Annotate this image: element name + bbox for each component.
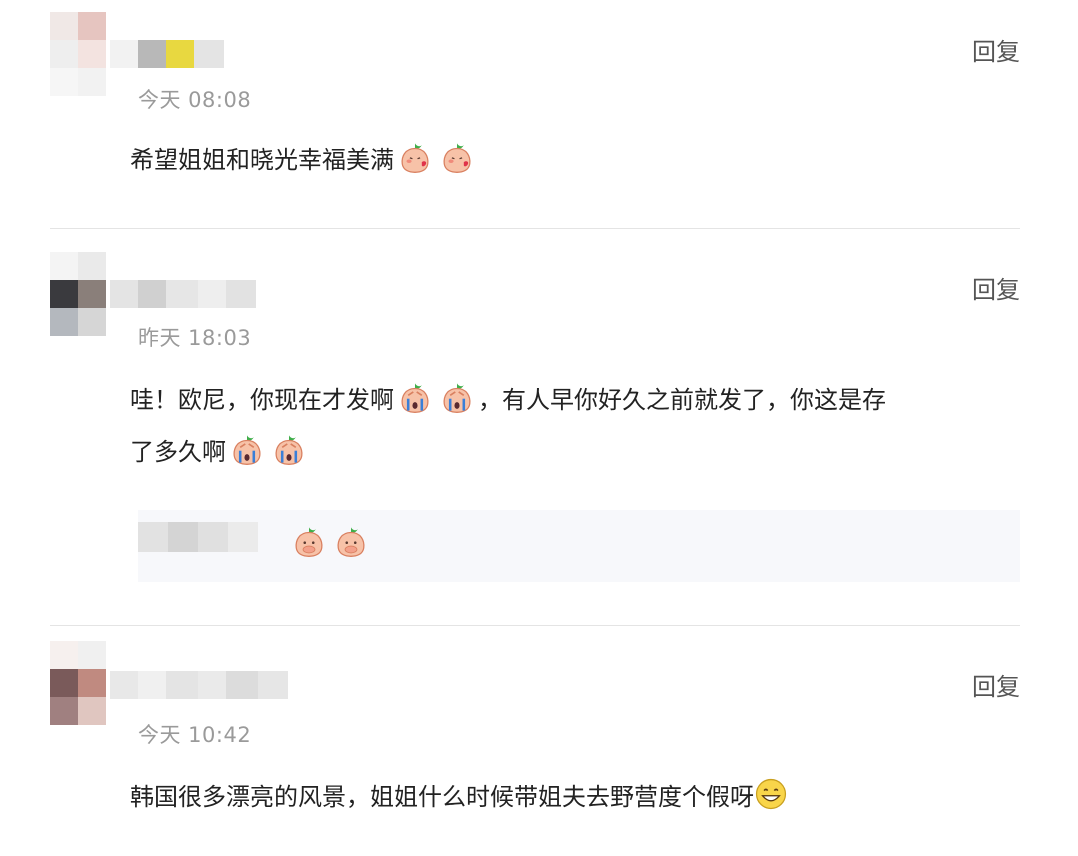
comment-item: 今天 08:08 回复 希望姐姐和晓光幸福美满 [0, 0, 1078, 228]
reply-button[interactable]: 回复 [972, 667, 1020, 702]
peach-cry-icon [398, 380, 432, 414]
comment-item: 昨天 18:03 回复 哇！欧尼，你现在才发啊 ，有人早你好久之前就发了，你这是存… [0, 228, 1078, 624]
peach-cry-icon [272, 432, 306, 466]
grin-icon [754, 777, 788, 811]
avatar[interactable] [50, 12, 106, 96]
comment-item: 今天 10:42 回复 韩国很多漂亮的风景，姐姐什么时候带姐夫去野营度个假呀 [0, 625, 1078, 856]
comment-time: 今天 10:42 [132, 709, 251, 749]
comment-text: 希望姐姐和晓光幸福美满 [130, 134, 1020, 186]
username[interactable] [110, 280, 256, 308]
sub-reply[interactable] [138, 510, 1020, 582]
sub-reply-text [288, 524, 372, 558]
comment-text: 哇！欧尼，你现在才发啊 ，有人早你好久之前就发了，你这是存 了多久啊 [130, 374, 1020, 478]
avatar[interactable] [50, 252, 106, 336]
peach-kiss-icon [398, 140, 432, 174]
peach-cry-icon [230, 432, 264, 466]
peach-cry-icon [440, 380, 474, 414]
reply-button[interactable]: 回复 [972, 270, 1020, 305]
reply-button[interactable]: 回复 [972, 32, 1020, 67]
peach-shy-icon [292, 524, 326, 558]
peach-kiss-icon [440, 140, 474, 174]
peach-shy-icon [334, 524, 368, 558]
comment-time: 今天 08:08 [132, 70, 251, 114]
avatar[interactable] [50, 641, 106, 725]
username[interactable] [110, 671, 288, 699]
sub-reply-username[interactable] [138, 522, 258, 552]
comment-time: 昨天 18:03 [132, 308, 251, 352]
comment-text: 韩国很多漂亮的风景，姐姐什么时候带姐夫去野营度个假呀 [130, 771, 1020, 823]
username[interactable] [110, 40, 224, 68]
